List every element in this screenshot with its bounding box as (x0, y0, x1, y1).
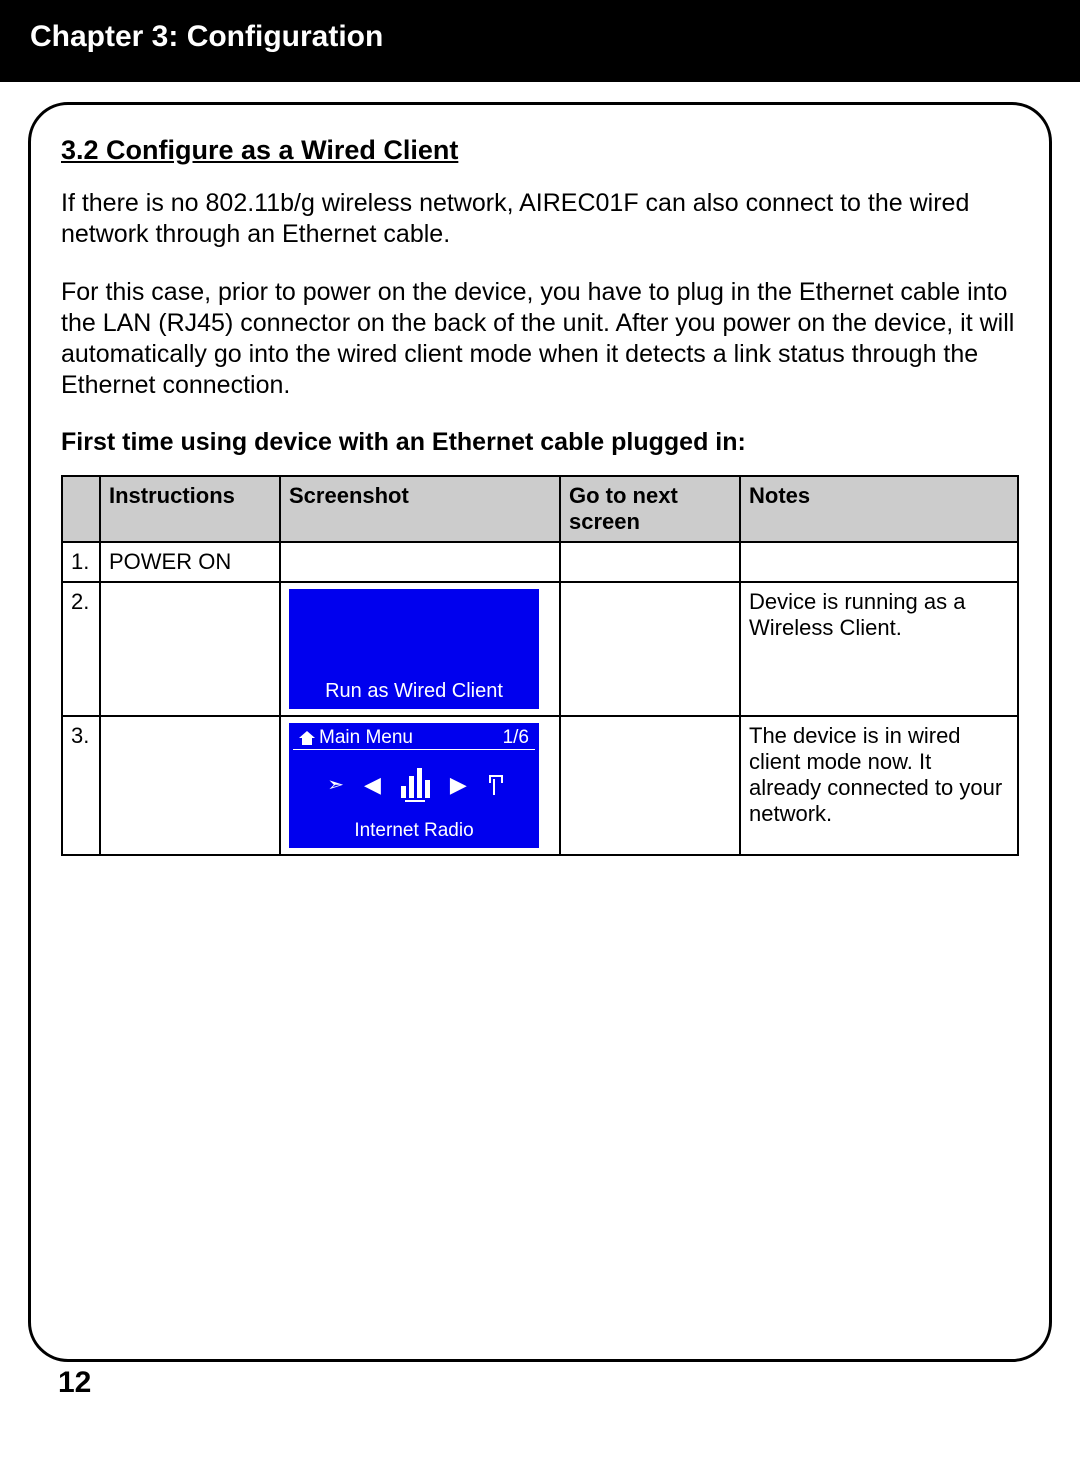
table-row: 3. Main Menu 1/6 (62, 716, 1018, 855)
antenna-icon (487, 775, 501, 795)
wrench-icon: ➣ (327, 772, 344, 797)
th-goto: Go to next screen (560, 476, 740, 542)
row-notes (740, 542, 1018, 582)
th-screenshot: Screenshot (280, 476, 560, 542)
row-num: 1. (62, 542, 100, 582)
screen-bottom-text: Internet Radio (289, 820, 539, 848)
row-notes: Device is running as a Wireless Client. (740, 582, 1018, 716)
paragraph-2: For this case, prior to power on the dev… (61, 277, 1019, 402)
equalizer-icon (401, 768, 430, 802)
page-body: 3.2 Configure as a Wired Client If there… (0, 82, 1080, 1410)
table-header-row: Instructions Screenshot Go to next scree… (62, 476, 1018, 542)
row-instructions: POWER ON (100, 542, 280, 582)
row-screenshot (280, 542, 560, 582)
section-title: 3.2 Configure as a Wired Client (61, 135, 1019, 166)
triangle-left-icon: ◀ (364, 772, 381, 798)
row-instructions (100, 716, 280, 855)
row-screenshot: Main Menu 1/6 ➣ ◀ (280, 716, 560, 855)
instructions-table: Instructions Screenshot Go to next scree… (61, 475, 1019, 856)
chapter-header: Chapter 3: Configuration (0, 0, 1080, 82)
row-goto (560, 716, 740, 855)
row-screenshot: Run as Wired Client (280, 582, 560, 716)
content-box: 3.2 Configure as a Wired Client If there… (28, 102, 1052, 1362)
home-icon (299, 731, 315, 745)
th-notes: Notes (740, 476, 1018, 542)
screen-top-left: Main Menu (319, 727, 413, 749)
device-screen-simple: Run as Wired Client (289, 589, 539, 709)
screen-bottom-text: Run as Wired Client (325, 680, 503, 703)
row-instructions (100, 582, 280, 716)
th-instructions: Instructions (100, 476, 280, 542)
chapter-title: Chapter 3: Configuration (30, 20, 383, 53)
device-screen-menu: Main Menu 1/6 ➣ ◀ (289, 723, 539, 848)
subheading: First time using device with an Ethernet… (61, 428, 1019, 457)
paragraph-1: If there is no 802.11b/g wireless networ… (61, 188, 1019, 251)
page-number: 12 (28, 1362, 1052, 1400)
row-notes: The device is in wired client mode now. … (740, 716, 1018, 855)
th-blank (62, 476, 100, 542)
row-num: 2. (62, 582, 100, 716)
screen-top-right: 1/6 (503, 727, 529, 749)
table-row: 2. Run as Wired Client Device is running… (62, 582, 1018, 716)
triangle-right-icon: ▶ (450, 772, 467, 798)
screen-top-bar: Main Menu 1/6 (293, 723, 535, 750)
row-goto (560, 582, 740, 716)
row-num: 3. (62, 716, 100, 855)
row-goto (560, 542, 740, 582)
screen-mid-icons: ➣ ◀ (289, 750, 539, 820)
table-row: 1. POWER ON (62, 542, 1018, 582)
